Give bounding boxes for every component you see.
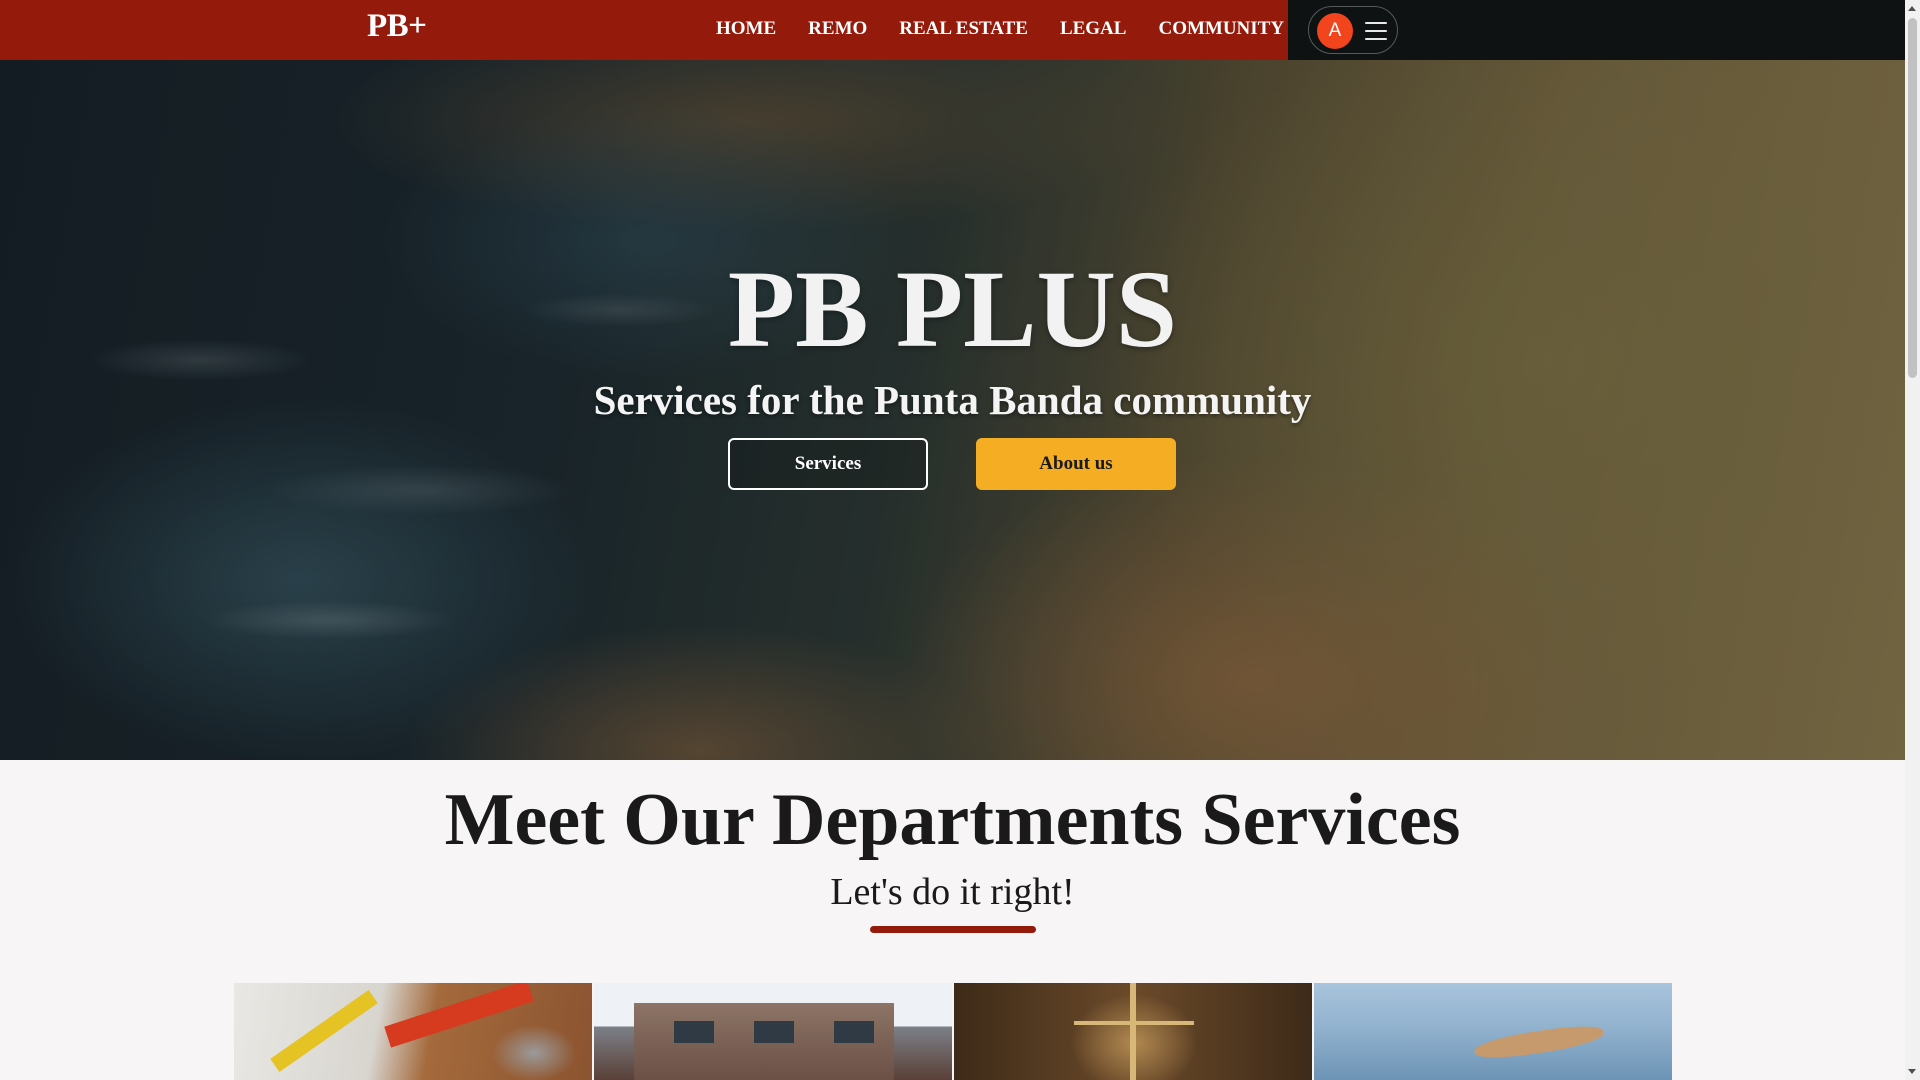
department-card-tools[interactable]: [234, 983, 592, 1080]
section-title: Meet Our Departments Services: [444, 779, 1461, 861]
brand-bar: PB+ HOME REMO REAL ESTATE LEGAL COMMUNIT…: [0, 0, 1288, 60]
department-card-legal[interactable]: [954, 983, 1312, 1080]
section-divider: [870, 926, 1036, 933]
scroll-up-arrow-icon[interactable]: [1908, 6, 1916, 11]
top-navbar: PB+ HOME REMO REAL ESTATE LEGAL COMMUNIT…: [0, 0, 1905, 60]
nav-legal-link[interactable]: LEGAL: [1060, 18, 1127, 40]
department-cards: [234, 983, 1674, 1080]
hero-banner: PB PLUS Services for the Punta Banda com…: [0, 60, 1905, 760]
nav-remo-link[interactable]: REMO: [808, 18, 867, 40]
nav-real-estate-link[interactable]: REAL ESTATE: [899, 18, 1028, 40]
services-button[interactable]: Services: [728, 438, 928, 490]
nav-home-link[interactable]: HOME: [716, 18, 776, 40]
hamburger-icon[interactable]: [1365, 22, 1387, 40]
hero-subtitle: Services for the Punta Banda community: [593, 377, 1312, 423]
about-us-button[interactable]: About us: [976, 438, 1176, 490]
scrollbar-thumb[interactable]: [1908, 18, 1917, 378]
nav-community-link[interactable]: COMMUNITY: [1158, 18, 1284, 40]
page-scrollbar[interactable]: [1905, 0, 1920, 1080]
user-menu-button[interactable]: A: [1308, 6, 1398, 54]
main-nav: HOME REMO REAL ESTATE LEGAL COMMUNITY: [716, 18, 1284, 40]
site-logo[interactable]: PB+: [367, 8, 427, 45]
avatar[interactable]: A: [1317, 13, 1353, 49]
section-subtitle: Let's do it right!: [830, 871, 1075, 913]
department-card-community[interactable]: [1314, 983, 1672, 1080]
hero-title: PB PLUS: [727, 248, 1178, 370]
scroll-down-arrow-icon[interactable]: [1908, 1069, 1916, 1074]
department-card-real-estate[interactable]: [594, 983, 952, 1080]
